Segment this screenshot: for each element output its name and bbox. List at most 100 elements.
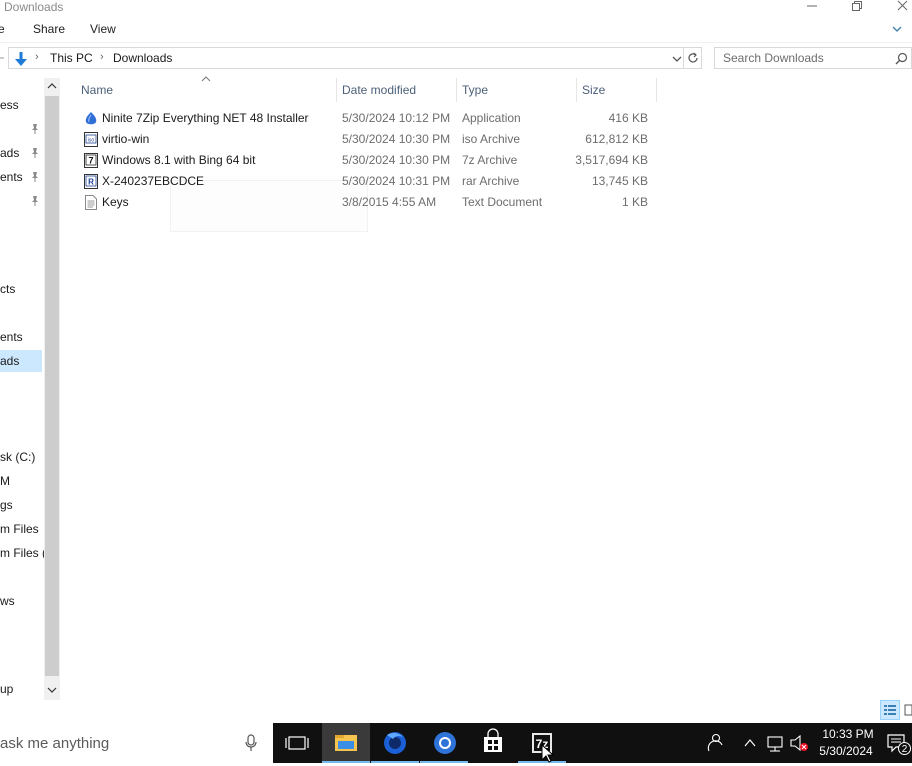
window-title: Downloads	[4, 0, 64, 14]
nav-item-windows[interactable]: ws	[0, 591, 44, 611]
large-icons-view-icon	[904, 704, 912, 716]
sort-ascending-icon	[200, 72, 212, 82]
nav-item-m[interactable]: M	[0, 471, 44, 491]
chevron-down-icon	[892, 26, 902, 32]
minimize-icon	[807, 5, 817, 7]
scroll-down-button[interactable]	[46, 684, 58, 696]
breadcrumb-downloads[interactable]: Downloads	[113, 51, 172, 65]
scroll-up-button[interactable]	[46, 80, 58, 92]
nav-item-quick-access[interactable]: ess	[0, 95, 44, 115]
ninite-app-icon	[85, 112, 97, 125]
notification-count-badge: 2	[898, 742, 911, 755]
rar-archive-icon: R	[84, 174, 98, 189]
close-button[interactable]	[890, 0, 912, 14]
column-header-type[interactable]: Type	[462, 80, 488, 100]
microphone-button[interactable]	[243, 733, 259, 753]
column-header-size[interactable]: Size	[582, 80, 605, 100]
file-date-modified: 5/30/2024 10:30 PM	[342, 153, 451, 167]
file-row[interactable]: 7 Windows 8.1 with Bing 64 bit 5/30/2024…	[80, 150, 656, 171]
cursor-arrow-icon	[541, 743, 555, 763]
restore-button[interactable]	[845, 0, 869, 14]
taskbar-app-chrome[interactable]	[420, 723, 468, 763]
nav-item-gs[interactable]: gs	[0, 495, 44, 515]
breadcrumb-this-pc[interactable]: This PC	[50, 51, 93, 65]
nav-item-program-files[interactable]: m Files	[0, 519, 44, 539]
tab-view[interactable]: View	[90, 22, 116, 36]
chrome-icon	[434, 732, 456, 754]
breadcrumb-separator-icon: ›	[100, 51, 104, 63]
minimize-button[interactable]	[800, 0, 824, 14]
pin-icon	[30, 147, 40, 159]
task-view-icon	[285, 736, 309, 750]
file-size: 13,745 KB	[591, 174, 648, 188]
search-box[interactable]	[714, 47, 912, 69]
volume-muted-icon	[790, 734, 808, 752]
large-icons-view-button[interactable]	[902, 700, 912, 720]
tab-home[interactable]: e	[0, 22, 5, 36]
action-center-button[interactable]: 2	[884, 723, 912, 763]
text-document-icon	[85, 195, 97, 210]
column-header-date-modified[interactable]: Date modified	[342, 80, 416, 100]
file-name: Keys	[102, 195, 129, 209]
column-divider[interactable]	[456, 78, 457, 102]
details-view-button[interactable]	[880, 700, 900, 720]
chevron-up-icon	[47, 83, 57, 89]
column-divider[interactable]	[576, 78, 577, 102]
expand-ribbon-button[interactable]	[890, 22, 904, 36]
show-hidden-icons-button[interactable]	[742, 723, 758, 763]
address-dropdown-icon[interactable]	[671, 53, 683, 65]
network-icon	[767, 736, 783, 752]
7z-archive-icon: 7	[84, 153, 98, 168]
nav-item-local-disk[interactable]: sk (C:)	[0, 447, 44, 467]
search-input[interactable]	[723, 51, 893, 65]
taskbar-app-store[interactable]	[469, 723, 517, 763]
file-date-modified: 5/30/2024 10:30 PM	[342, 132, 451, 146]
people-button[interactable]	[704, 723, 724, 763]
file-type: Application	[462, 111, 521, 125]
nav-scrollbar-thumb[interactable]	[45, 96, 59, 676]
file-row[interactable]: Keys 3/8/2015 4:55 AM Text Document 1 KB	[80, 192, 656, 213]
breadcrumb-separator-icon: ›	[35, 51, 39, 63]
refresh-button[interactable]	[684, 47, 702, 69]
arrow-left-icon	[0, 57, 4, 59]
address-bar[interactable]: › This PC › Downloads	[8, 47, 684, 69]
network-status-button[interactable]	[764, 723, 786, 763]
column-divider[interactable]	[336, 78, 337, 102]
file-size: 3,517,694 KB	[575, 153, 648, 167]
mouse-cursor	[541, 743, 555, 763]
taskbar-app-file-explorer[interactable]	[322, 723, 370, 763]
nav-item-startup[interactable]: up	[0, 679, 44, 699]
taskbar-app-firefox[interactable]	[371, 723, 419, 763]
nav-item-objects[interactable]: cts	[0, 279, 44, 299]
microphone-icon	[245, 734, 257, 751]
clock-date[interactable]: 5/30/2024	[816, 744, 876, 758]
file-date-modified: 3/8/2015 4:55 AM	[342, 195, 437, 209]
nav-item-documents[interactable]: ents	[0, 327, 44, 347]
file-type: 7z Archive	[462, 153, 518, 167]
refresh-icon	[687, 52, 698, 63]
svg-text:iso: iso	[88, 138, 95, 144]
file-type: rar Archive	[462, 174, 520, 188]
details-view-icon	[884, 705, 896, 715]
task-view-button[interactable]	[273, 723, 321, 763]
nav-item-program-files-x86[interactable]: m Files (	[0, 543, 44, 563]
file-name: virtio-win	[102, 132, 150, 146]
column-header-name[interactable]: Name	[81, 80, 113, 100]
search-icon[interactable]	[895, 52, 908, 65]
file-row[interactable]: iso virtio-win 5/30/2024 10:30 PM iso Ar…	[80, 129, 656, 150]
tab-share[interactable]: Share	[33, 22, 65, 36]
volume-button[interactable]	[788, 723, 810, 763]
file-type: iso Archive	[462, 132, 521, 146]
column-divider[interactable]	[656, 78, 657, 102]
file-row[interactable]: Ninite 7Zip Everything NET 48 Installer …	[80, 108, 656, 129]
taskbar-search-placeholder: ask me anything	[0, 735, 110, 752]
nav-item-downloads[interactable]: ads	[0, 350, 42, 372]
back-button[interactable]	[0, 52, 6, 64]
file-explorer-icon	[335, 735, 357, 751]
file-row[interactable]: R X-240237EBCDCE 5/30/2024 10:31 PM rar …	[80, 171, 656, 192]
svg-text:R: R	[88, 178, 94, 187]
file-size: 416 KB	[608, 111, 648, 125]
pin-icon	[30, 195, 40, 207]
clock-time[interactable]: 10:33 PM	[818, 727, 878, 741]
file-type: Text Document	[462, 195, 543, 209]
